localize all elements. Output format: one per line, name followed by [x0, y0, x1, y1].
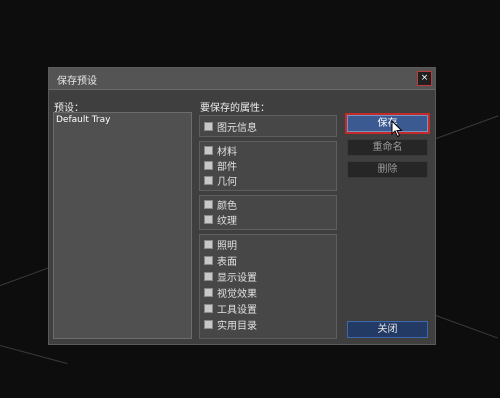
preset-item-default-tray[interactable]: Default Tray: [56, 115, 110, 125]
attributes-label: 要保存的属性：: [200, 103, 270, 114]
checkbox[interactable]: [204, 304, 213, 313]
attribute-option-visual-effects[interactable]: 视觉效果: [204, 286, 257, 300]
attribute-option-surfaces[interactable]: 表面: [204, 254, 237, 268]
attribute-option-label: 几何: [217, 177, 237, 188]
checkbox[interactable]: [204, 146, 213, 155]
attribute-option-components[interactable]: 部件: [204, 159, 237, 173]
attribute-group-model: 材料 部件 几何: [199, 141, 337, 191]
attribute-option-label: 部件: [217, 162, 237, 173]
delete-button[interactable]: 删除: [347, 161, 428, 178]
checkbox[interactable]: [204, 272, 213, 281]
dialog-title: 保存预设: [57, 76, 97, 87]
attribute-option-label: 照明: [217, 241, 237, 252]
checkbox[interactable]: [204, 176, 213, 185]
attribute-option-geometry[interactable]: 几何: [204, 174, 237, 188]
dialog-titlebar[interactable]: 保存预设 ×: [49, 68, 435, 90]
attribute-option-label: 材料: [217, 147, 237, 158]
save-preset-dialog: 保存预设 × 预设： Default Tray 要保存的属性： 图元信息 材料 …: [48, 67, 436, 345]
checkbox[interactable]: [204, 240, 213, 249]
attribute-option-textures[interactable]: 纹理: [204, 213, 237, 227]
save-button[interactable]: 保存: [345, 113, 430, 134]
attribute-option-label: 纹理: [217, 216, 237, 227]
attribute-option-lighting[interactable]: 照明: [204, 238, 237, 252]
close-icon: ×: [420, 73, 429, 83]
attribute-group-appearance: 颜色 纹理: [199, 195, 337, 230]
attribute-group-entity: 图元信息: [199, 115, 337, 137]
attribute-option-label: 视觉效果: [217, 289, 257, 300]
checkbox[interactable]: [204, 320, 213, 329]
attribute-option-label: 图元信息: [217, 123, 257, 134]
attribute-option-colors[interactable]: 颜色: [204, 198, 237, 212]
attribute-option-tool-settings[interactable]: 工具设置: [204, 302, 257, 316]
attribute-option-label: 显示设置: [217, 273, 257, 284]
background-line: [436, 115, 499, 139]
background-line: [435, 315, 499, 339]
rename-button[interactable]: 重命名: [347, 139, 428, 156]
checkbox[interactable]: [204, 200, 213, 209]
close-button[interactable]: ×: [417, 71, 432, 86]
attribute-option-label: 实用目录: [217, 321, 257, 332]
attribute-option-materials[interactable]: 材料: [204, 144, 237, 158]
cancel-button[interactable]: 关闭: [347, 321, 428, 338]
attribute-option-label: 工具设置: [217, 305, 257, 316]
checkbox[interactable]: [204, 288, 213, 297]
attribute-option-label: 表面: [217, 257, 237, 268]
checkbox[interactable]: [204, 161, 213, 170]
checkbox[interactable]: [204, 215, 213, 224]
attribute-group-settings: 照明 表面 显示设置 视觉效果 工具设置 实用目录: [199, 234, 337, 339]
checkbox[interactable]: [204, 256, 213, 265]
attribute-option-display-settings[interactable]: 显示设置: [204, 270, 257, 284]
background-line: [0, 345, 68, 365]
background-line: [0, 266, 53, 286]
attribute-option-entity-info[interactable]: 图元信息: [204, 120, 257, 134]
checkbox[interactable]: [204, 122, 213, 131]
presets-list[interactable]: Default Tray: [53, 112, 192, 339]
mouse-cursor-icon: [391, 120, 403, 138]
attribute-option-utility-directory[interactable]: 实用目录: [204, 318, 257, 332]
attribute-option-label: 颜色: [217, 201, 237, 212]
